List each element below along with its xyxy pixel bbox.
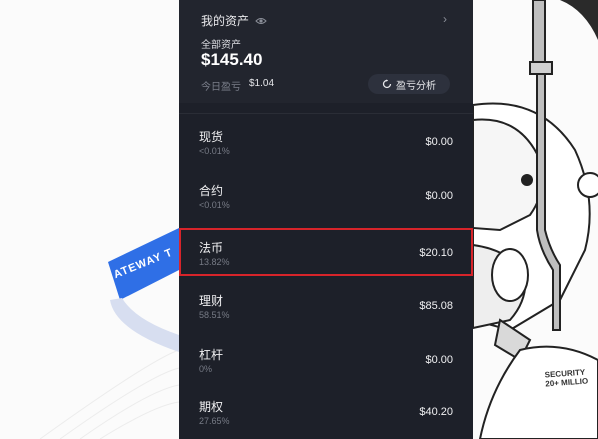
security-text: SECURITY 20+ MILLIO <box>544 368 588 389</box>
account-percent: 0% <box>199 364 213 374</box>
pnl-analysis-button[interactable]: 盈亏分析 <box>368 74 450 94</box>
asset-summary: 我的资产 › 全部资产 $145.40 今日盈亏 $1.04 盈亏分析 <box>179 0 473 103</box>
asset-panel: 我的资产 › 全部资产 $145.40 今日盈亏 $1.04 盈亏分析 现货 <… <box>179 0 473 439</box>
account-amount: $0.00 <box>425 136 453 148</box>
screen: ATEWAY T SECURITY 20+ MILLIO 我的资产 › 全部资产… <box>0 0 598 439</box>
account-amount: $0.00 <box>425 354 453 366</box>
account-amount: $85.08 <box>419 300 453 312</box>
account-percent: 27.65% <box>199 416 230 426</box>
account-row-spot[interactable]: 现货 <0.01% $0.00 <box>179 116 473 168</box>
refresh-icon <box>382 79 392 89</box>
account-percent: 13.82% <box>199 257 230 267</box>
account-amount: $0.00 <box>425 190 453 202</box>
account-amount: $20.10 <box>419 247 453 259</box>
my-assets-title: 我的资产 <box>201 14 250 28</box>
account-percent: <0.01% <box>199 146 230 156</box>
account-row-options[interactable]: 期权 27.65% $40.20 <box>179 386 473 438</box>
chevron-right-icon[interactable]: › <box>443 12 447 26</box>
eye-icon[interactable] <box>255 15 267 27</box>
divider <box>179 113 473 114</box>
account-name: 理财 <box>199 294 224 308</box>
today-pnl-value: $1.04 <box>249 78 275 89</box>
account-row-margin[interactable]: 杠杆 0% $0.00 <box>179 334 473 386</box>
pnl-analysis-label: 盈亏分析 <box>396 80 436 92</box>
account-row-futures[interactable]: 合约 <0.01% $0.00 <box>179 170 473 222</box>
account-name: 现货 <box>199 130 224 144</box>
account-row-earn[interactable]: 理财 58.51% $85.08 <box>179 280 473 332</box>
account-name: 杠杆 <box>199 348 224 362</box>
account-amount: $40.20 <box>419 406 453 418</box>
account-name: 法币 <box>199 241 224 255</box>
total-assets-label: 全部资产 <box>201 40 241 51</box>
total-assets-value: $145.40 <box>201 50 263 69</box>
account-name: 期权 <box>199 400 224 414</box>
account-percent: 58.51% <box>199 310 230 320</box>
account-name: 合约 <box>199 184 224 198</box>
my-assets-row[interactable]: 我的资产 <box>201 12 267 29</box>
today-pnl-label: 今日盈亏 <box>201 82 241 93</box>
account-percent: <0.01% <box>199 200 230 210</box>
account-row-fiat[interactable]: 法币 13.82% $20.10 <box>179 228 473 276</box>
